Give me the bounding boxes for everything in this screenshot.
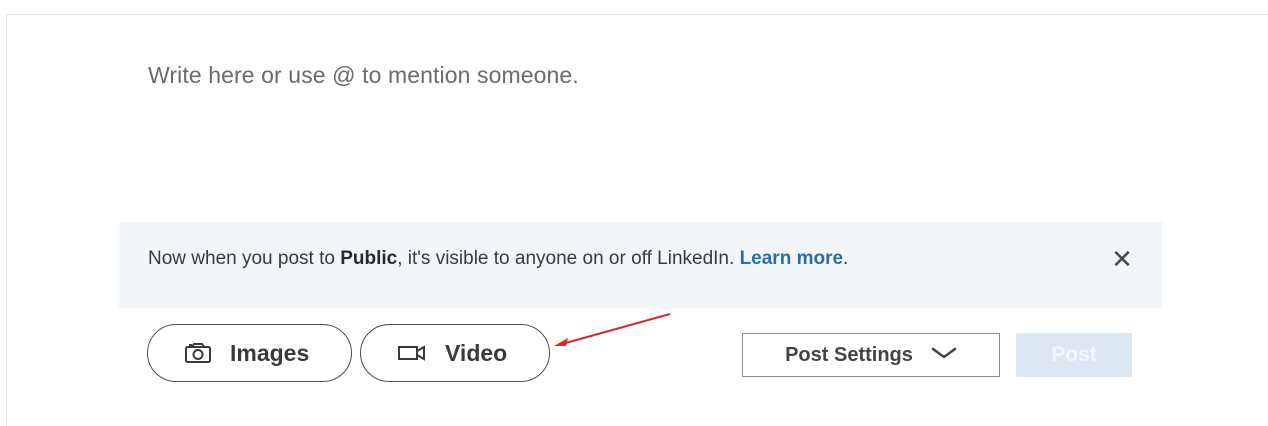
post-settings-dropdown[interactable]: Post Settings [742,333,1000,377]
container-top-border [6,14,1268,15]
post-button[interactable]: Post [1016,333,1132,377]
container-left-border [6,14,7,426]
notice-message: Now when you post to Public, it's visibl… [148,248,848,270]
post-button-label: Post [1051,343,1097,366]
notice-text-after: . [843,248,849,269]
images-button-label: Images [230,339,310,366]
chevron-down-icon [931,346,957,365]
camera-icon [184,342,212,364]
share-box: Write here or use @ to mention someone. … [0,0,1268,426]
notice-public-label: Public [340,248,398,269]
learn-more-link[interactable]: Learn more [740,248,843,269]
close-icon[interactable]: ✕ [1107,244,1137,274]
notice-text-middle: , it's visible to anyone on or off Linke… [397,248,740,269]
video-button[interactable]: Video [360,324,550,382]
post-settings-label: Post Settings [785,343,913,366]
public-visibility-notice: Now when you post to Public, it's visibl… [119,222,1162,308]
red-annotation-arrow [554,313,671,346]
notice-text-before: Now when you post to [148,248,341,269]
post-text-area[interactable]: Write here or use @ to mention someone. [148,62,579,89]
video-button-label: Video [445,339,508,366]
images-button[interactable]: Images [147,324,352,382]
video-camera-icon [397,344,427,362]
